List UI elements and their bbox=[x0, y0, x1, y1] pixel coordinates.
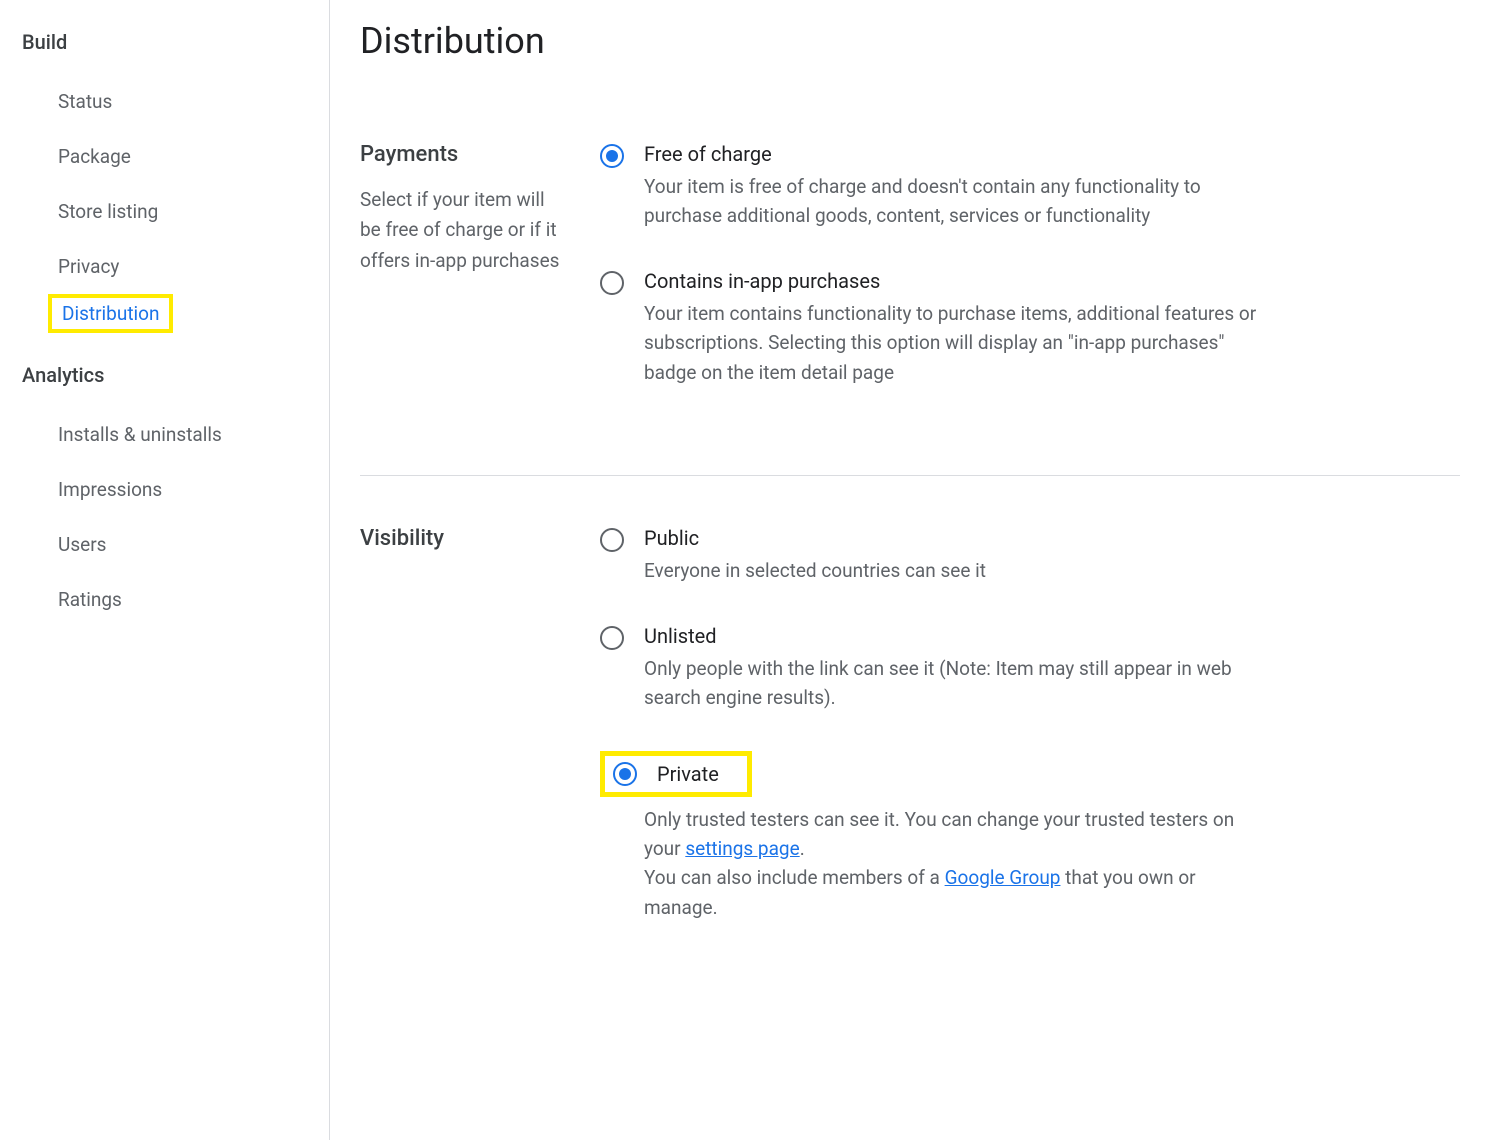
visibility-option-unlisted-body: Unlisted Only people with the link can s… bbox=[644, 624, 1460, 713]
sidebar-group-analytics: Analytics Installs & uninstalls Impressi… bbox=[22, 353, 329, 647]
section-visibility-title: Visibility bbox=[360, 526, 560, 551]
section-visibility-left: Visibility bbox=[360, 526, 560, 960]
sidebar-item-package[interactable]: Package bbox=[22, 129, 131, 184]
page-title: Distribution bbox=[360, 20, 1460, 62]
private-desc-text-2: . bbox=[800, 837, 805, 860]
section-payments-options: Free of charge Your item is free of char… bbox=[600, 142, 1460, 425]
sidebar-group-title-build: Build bbox=[22, 20, 329, 64]
sidebar-group-build: Build Status Package Store listing Priva… bbox=[22, 20, 329, 353]
visibility-option-public-desc: Everyone in selected countries can see i… bbox=[644, 556, 1264, 585]
sidebar-items-analytics: Installs & uninstalls Impressions Users … bbox=[22, 397, 329, 647]
section-payments-title: Payments bbox=[360, 142, 560, 167]
visibility-option-private-desc: Only trusted testers can see it. You can… bbox=[644, 805, 1264, 923]
payments-option-free-desc: Your item is free of charge and doesn't … bbox=[644, 172, 1264, 231]
payments-option-free-body: Free of charge Your item is free of char… bbox=[644, 142, 1460, 231]
visibility-option-private-label: Private bbox=[657, 762, 719, 786]
visibility-option-private[interactable]: Private Only trusted testers can see it.… bbox=[600, 751, 1460, 923]
visibility-option-public[interactable]: Public Everyone in selected countries ca… bbox=[600, 526, 1460, 585]
payments-option-inapp-desc: Your item contains functionality to purc… bbox=[644, 299, 1264, 387]
google-group-link[interactable]: Google Group bbox=[945, 866, 1061, 889]
sidebar-item-privacy[interactable]: Privacy bbox=[22, 239, 119, 294]
visibility-option-public-label: Public bbox=[644, 526, 1460, 550]
radio-payments-inapp[interactable] bbox=[600, 271, 624, 295]
section-visibility: Visibility Public Everyone in selected c… bbox=[360, 475, 1460, 1010]
settings-page-link[interactable]: settings page bbox=[685, 837, 799, 860]
sidebar-item-distribution[interactable]: Distribution bbox=[62, 302, 159, 325]
visibility-option-public-body: Public Everyone in selected countries ca… bbox=[644, 526, 1460, 585]
radio-payments-free[interactable] bbox=[600, 144, 624, 168]
payments-option-inapp-label: Contains in-app purchases bbox=[644, 269, 1460, 293]
payments-option-inapp-body: Contains in-app purchases Your item cont… bbox=[644, 269, 1460, 387]
payments-option-free[interactable]: Free of charge Your item is free of char… bbox=[600, 142, 1460, 231]
radio-visibility-unlisted[interactable] bbox=[600, 626, 624, 650]
section-payments-left: Payments Select if your item will be fre… bbox=[360, 142, 560, 425]
sidebar-item-ratings[interactable]: Ratings bbox=[22, 572, 122, 627]
sidebar-group-title-analytics: Analytics bbox=[22, 353, 329, 397]
section-payments-helper: Select if your item will be free of char… bbox=[360, 185, 560, 276]
visibility-option-private-highlight: Private bbox=[600, 751, 752, 797]
private-desc-text-3: You can also include members of a bbox=[644, 866, 945, 889]
sidebar-item-status[interactable]: Status bbox=[22, 74, 112, 129]
radio-visibility-public[interactable] bbox=[600, 528, 624, 552]
sidebar-item-impressions[interactable]: Impressions bbox=[22, 462, 162, 517]
sidebar-item-store-listing[interactable]: Store listing bbox=[22, 184, 158, 239]
sidebar: Build Status Package Store listing Priva… bbox=[0, 0, 330, 1140]
section-visibility-options: Public Everyone in selected countries ca… bbox=[600, 526, 1460, 960]
sidebar-items-build: Status Package Store listing Privacy Dis… bbox=[22, 64, 329, 353]
radio-visibility-private[interactable] bbox=[613, 762, 637, 786]
payments-option-free-label: Free of charge bbox=[644, 142, 1460, 166]
section-payments: Payments Select if your item will be fre… bbox=[360, 142, 1460, 475]
sidebar-item-users[interactable]: Users bbox=[22, 517, 106, 572]
main-content: Distribution Payments Select if your ite… bbox=[330, 0, 1490, 1140]
sidebar-item-highlight: Distribution bbox=[48, 294, 173, 333]
payments-option-inapp[interactable]: Contains in-app purchases Your item cont… bbox=[600, 269, 1460, 387]
visibility-option-unlisted-desc: Only people with the link can see it (No… bbox=[644, 654, 1264, 713]
sidebar-item-installs-uninstalls[interactable]: Installs & uninstalls bbox=[22, 407, 222, 462]
visibility-option-unlisted-label: Unlisted bbox=[644, 624, 1460, 648]
visibility-option-unlisted[interactable]: Unlisted Only people with the link can s… bbox=[600, 624, 1460, 713]
